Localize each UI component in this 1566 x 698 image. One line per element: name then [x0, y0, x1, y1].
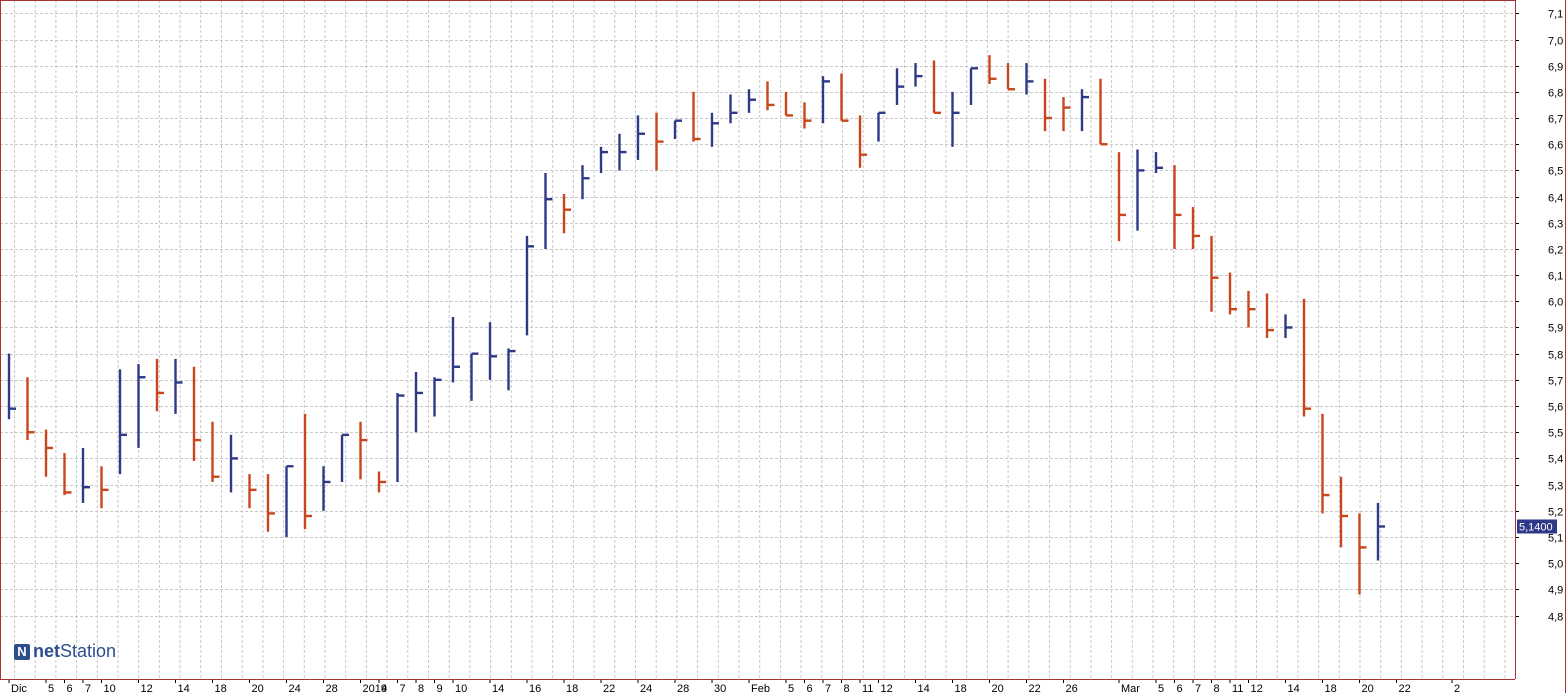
x-tick-label: 22: [603, 683, 615, 693]
y-tick-label: 5,0: [1548, 559, 1563, 571]
x-tick-label: 8: [844, 683, 850, 693]
y-tick-label: 6,6: [1548, 140, 1563, 152]
x-tick-label: 24: [289, 683, 301, 693]
y-tick-label: 5,2: [1548, 507, 1563, 519]
x-tick-label: 6: [807, 683, 813, 693]
x-tick-label: Mar: [1121, 683, 1140, 693]
y-tick-label: 4,8: [1548, 612, 1563, 624]
x-tick-label: 10: [455, 683, 467, 693]
logo-suffix: Station: [60, 641, 117, 661]
ohlc-bars: [7, 55, 1385, 595]
x-tick-label: 12: [141, 683, 153, 693]
y-tick-label: 6,7: [1548, 114, 1563, 126]
logo-prefix: net: [33, 641, 60, 661]
y-tick-label: 7,1: [1548, 9, 1563, 21]
x-tick-label: 7: [1195, 683, 1201, 693]
x-tick-label: 5: [1158, 683, 1164, 693]
x-tick-label: 8: [1214, 683, 1220, 693]
y-tick-label: 7,0: [1548, 36, 1563, 48]
y-tick-label: 6,5: [1548, 166, 1563, 178]
x-tick-label: 5: [788, 683, 794, 693]
x-tick-label: 4: [381, 683, 387, 693]
x-tick-label: 12: [1251, 683, 1263, 693]
x-tick-label: 20: [252, 683, 264, 693]
x-tick-label: 7: [85, 683, 91, 693]
x-tick-label: 28: [326, 683, 338, 693]
y-tick-label: 6,8: [1548, 88, 1563, 100]
x-tick-label: 22: [1029, 683, 1041, 693]
x-tick-label: 18: [1325, 683, 1337, 693]
y-tick-label: 5,5: [1548, 428, 1563, 440]
x-tick-label: 11: [1232, 683, 1243, 693]
y-tick-label: 6,3: [1548, 219, 1563, 231]
y-tick-label: 5,3: [1548, 481, 1563, 493]
x-tick-label: Feb: [751, 683, 770, 693]
x-tick-label: 18: [215, 683, 227, 693]
x-tick-label: 10: [104, 683, 116, 693]
x-axis: Dic 5 6 7 10 12 14 18 20 24 28 20194 7 8 9 10 14 16 18 22 24…: [8, 679, 1460, 695]
x-tick-label: 14: [918, 683, 930, 693]
x-tick-label: 6: [1177, 683, 1183, 693]
x-tick-label: 7: [825, 683, 831, 693]
netstation-logo: N net Station: [14, 641, 116, 662]
price-chart[interactable]: 7,1 7,0 6,9 6,8 6,7 6,6 6,5 6,4 6,3 6,2 6,1 6,0 5,9 5…: [0, 0, 1566, 695]
chart-canvas: 7,1 7,0 6,9 6,8 6,7 6,6 6,5 6,4 6,3 6,2 6,1 6,0 5,9 5…: [0, 0, 1566, 695]
y-tick-label: 5,9: [1548, 323, 1563, 335]
x-tick-label: 26: [1066, 683, 1078, 693]
x-tick-label: 18: [955, 683, 967, 693]
x-tick-label: 8: [418, 683, 424, 693]
x-tick-label: 11: [862, 683, 873, 693]
x-tick-label: 2: [1454, 683, 1460, 693]
x-tick-label: Dic: [11, 683, 27, 693]
y-tick-label: 6,1: [1548, 271, 1563, 283]
y-tick-label: 5,7: [1548, 376, 1563, 388]
y-tick-label: 6,9: [1548, 62, 1563, 74]
last-price-label: 5,1400: [1519, 521, 1553, 533]
y-tick-label: 5,4: [1548, 454, 1563, 466]
x-tick-label: 7: [400, 683, 406, 693]
y-tick-label: 5,8: [1548, 350, 1563, 362]
x-tick-label: 6: [67, 683, 73, 693]
x-tick-label: 22: [1399, 683, 1411, 693]
x-tick-label: 28: [677, 683, 689, 693]
x-tick-label: 14: [1288, 683, 1300, 693]
y-tick-label: 6,2: [1548, 245, 1563, 257]
y-axis: 7,1 7,0 6,9 6,8 6,7 6,6 6,5 6,4 6,3 6,2 6,1 6,0 5,9 5…: [1515, 9, 1563, 624]
y-tick-label: 4,9: [1548, 585, 1563, 597]
x-tick-label: 14: [492, 683, 504, 693]
x-tick-label: 18: [566, 683, 578, 693]
y-tick-label: 5,1: [1548, 533, 1563, 545]
y-tick-label: 6,4: [1548, 193, 1563, 205]
x-tick-label: 30: [714, 683, 726, 693]
grid-layer: [0, 0, 1515, 679]
x-tick-label: 20: [992, 683, 1004, 693]
x-tick-label: 14: [178, 683, 190, 693]
netstation-logo-icon: N: [14, 643, 30, 660]
x-tick-label: 12: [881, 683, 893, 693]
x-tick-label: 24: [640, 683, 652, 693]
y-tick-label: 5,6: [1548, 402, 1563, 414]
x-tick-label: 16: [529, 683, 541, 693]
x-tick-label: 5: [48, 683, 54, 693]
x-tick-label: 9: [437, 683, 443, 693]
y-tick-label: 6,0: [1548, 297, 1563, 309]
x-tick-label: 20: [1362, 683, 1374, 693]
